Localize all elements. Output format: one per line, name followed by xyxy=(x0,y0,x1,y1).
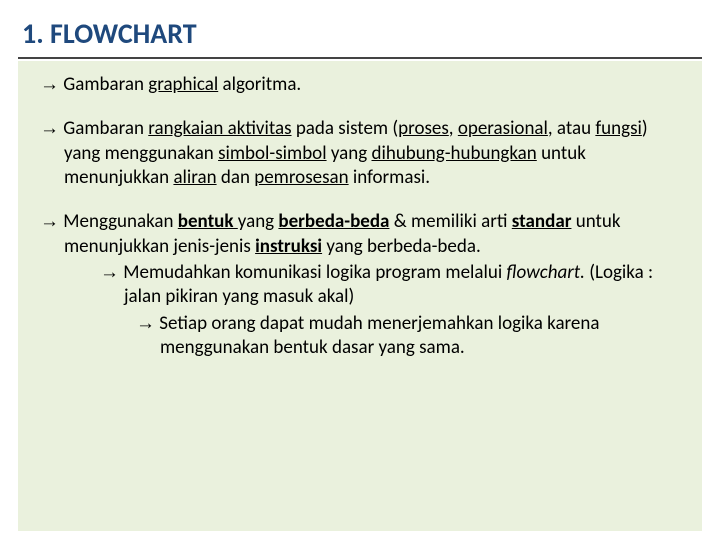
text: Memudahkan komunikasi logika program mel… xyxy=(119,261,507,284)
text: Gambaran xyxy=(59,117,148,140)
text-underline: fungsi xyxy=(595,117,642,140)
text-underline: proses xyxy=(398,117,449,140)
text: yang berbeda-beda. xyxy=(322,235,481,258)
content-body: → Gambaran graphical algoritma. → Gambar… xyxy=(18,61,702,531)
text-underline: simbol-simbol xyxy=(218,142,326,165)
text-underline: rangkaian aktivitas xyxy=(148,117,291,140)
arrow-icon: → xyxy=(40,74,59,95)
text: Menggunakan xyxy=(59,210,178,233)
bullet-3: → Menggunakan bentuk yang berbeda-beda &… xyxy=(40,210,680,259)
text: informasi. xyxy=(349,166,430,189)
text: dan xyxy=(217,166,255,189)
bullet-2: → Gambaran rangkaian aktivitas pada sist… xyxy=(40,117,680,190)
text: & memiliki arti xyxy=(389,210,511,233)
text-bold-underline: bentuk xyxy=(178,210,238,233)
arrow-icon: → xyxy=(100,262,119,283)
arrow-icon: → xyxy=(40,118,59,139)
text: yang xyxy=(238,210,279,233)
arrow-icon: → xyxy=(40,211,59,232)
text-underline: dihubung-hubungkan xyxy=(372,142,537,165)
text: , atau xyxy=(548,117,595,140)
text-bold-underline: berbeda-beda xyxy=(278,210,389,233)
slide: 1. FLOWCHART → Gambaran graphical algori… xyxy=(0,0,720,540)
text-underline: pemrosesan xyxy=(254,166,348,189)
arrow-icon: → xyxy=(136,313,155,334)
bullet-1: → Gambaran graphical algoritma. xyxy=(40,73,680,97)
bullet-3a: → Memudahkan komunikasi logika program m… xyxy=(76,261,680,310)
slide-title: 1. FLOWCHART xyxy=(18,12,702,59)
text: yang xyxy=(327,142,372,165)
text: algoritma. xyxy=(218,73,301,96)
text-bold-underline: instruksi xyxy=(255,235,322,258)
text: Setiap orang dapat mudah menerjemahkan l… xyxy=(155,312,599,359)
text-underline: graphical xyxy=(148,73,218,96)
text: , xyxy=(449,117,458,140)
text: pada sistem ( xyxy=(292,117,399,140)
text-bold-underline: standar xyxy=(512,210,572,233)
text-italic: flowchart. xyxy=(507,261,585,284)
text: Gambaran xyxy=(59,73,148,96)
bullet-3b: → Setiap orang dapat mudah menerjemahkan… xyxy=(112,312,680,361)
text-underline: operasional xyxy=(458,117,548,140)
text-underline: aliran xyxy=(173,166,216,189)
